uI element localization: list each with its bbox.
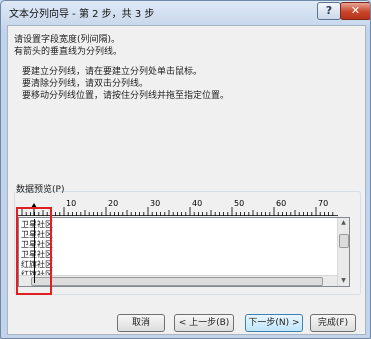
horizontal-scroll-thumb[interactable] — [31, 277, 323, 286]
dialog-body: 请设置字段宽度(列间隔)。 有箭头的垂直线为分列线。 要建立分列线，请在要建立分… — [7, 25, 366, 335]
window-title: 文本分列向导 - 第 2 步，共 3 步 — [9, 9, 155, 20]
ruler-tick-label: 40 — [192, 199, 202, 208]
cancel-button[interactable]: 取消 — [117, 314, 165, 332]
title-bar: 文本分列向导 - 第 2 步，共 3 步 ? ✕ — [1, 1, 370, 23]
instruction-line-2: 有箭头的垂直线为分列线。 — [14, 47, 123, 57]
ruler-svg: 10 20 30 40 50 60 70 — [18, 199, 338, 216]
column-ruler[interactable]: 10 20 30 40 50 60 70 — [18, 198, 348, 216]
ruler-tick-label: 50 — [234, 199, 244, 208]
help-button[interactable]: ? — [317, 2, 341, 20]
red-highlight-box — [16, 207, 52, 295]
ruler-tick-label: 20 — [108, 199, 118, 208]
preview-grid[interactable]: 卫星社区 卫星社区 卫星社区 卫星社区 红旗社区 红旗社区 ▲ ▼ — [18, 217, 350, 287]
ruler-tick-label: 70 — [318, 199, 328, 208]
horizontal-scrollbar[interactable] — [19, 275, 337, 286]
next-button[interactable]: 下一步(N) > — [245, 314, 303, 332]
vertical-scrollbar[interactable]: ▲ ▼ — [337, 218, 349, 286]
finish-button[interactable]: 完成(F) — [310, 314, 356, 332]
vertical-scroll-thumb[interactable] — [339, 234, 349, 248]
back-button[interactable]: < 上一步(B) — [174, 314, 234, 332]
close-button[interactable]: ✕ — [340, 2, 370, 20]
scroll-up-icon[interactable]: ▲ — [338, 218, 349, 228]
scroll-down-icon[interactable]: ▼ — [338, 276, 349, 286]
ruler-tick-label: 30 — [150, 199, 160, 208]
data-preview-label: 数据预览(P) — [16, 185, 65, 195]
ruler-tick-label: 10 — [66, 199, 76, 208]
ruler-tick-label: 60 — [276, 199, 286, 208]
tip-move-break: 要移动分列线位置，请按住分列线并拖至指定位置。 — [22, 91, 230, 101]
text-import-wizard-window: 文本分列向导 - 第 2 步，共 3 步 ? ✕ 请设置字段宽度(列间隔)。 有… — [0, 0, 371, 339]
